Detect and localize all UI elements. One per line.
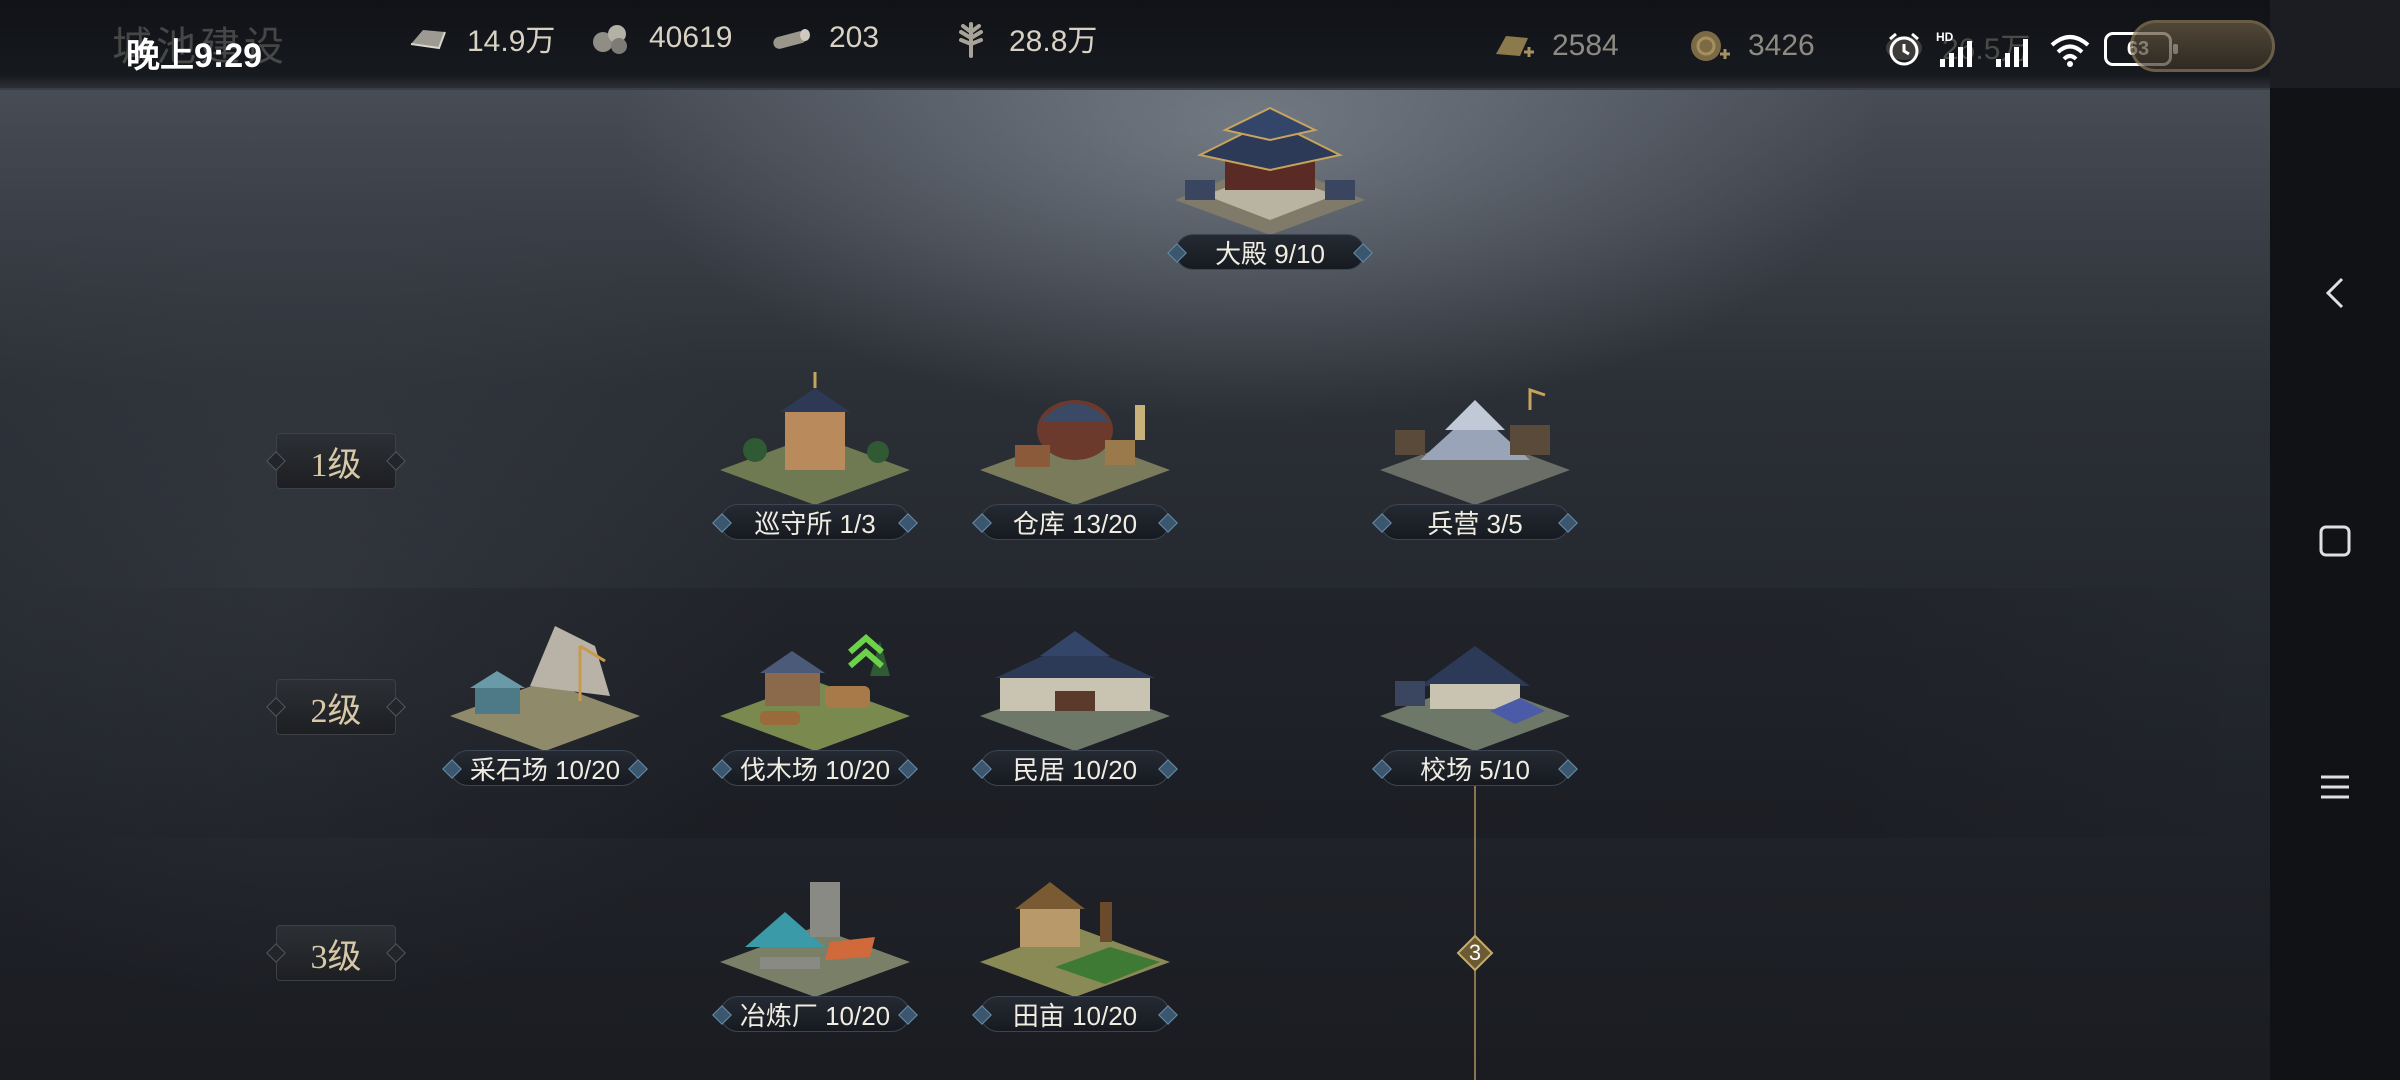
wood-log-icon [773,29,810,49]
grain-icon [959,22,983,58]
smelter-icon [720,882,910,997]
residence-icon [980,631,1170,751]
resource-grain[interactable]: 28.8万 [947,18,1097,58]
watchtower-icon [720,372,910,505]
warehouse-icon [980,400,1170,505]
top-bar: 城池建设 晚上9:29 14.9万 40619 203 28.8万 2584 3… [0,0,2275,90]
hd-signal-icon: HD [1936,30,1972,67]
resource-stone[interactable]: 40619 [587,18,732,58]
currency-gold-value: 2584 [1552,29,1619,62]
resource-grain-value: 28.8万 [1009,25,1098,58]
building-barracks-label: 兵营 3/5 [1380,504,1570,540]
building-palace-label: 大殿 9/10 [1175,234,1365,270]
tech-connector-line [1474,780,1476,1080]
building-training[interactable]: 校场 5/10 [1360,616,1590,786]
building-barracks[interactable]: 兵营 3/5 [1360,370,1590,540]
tier-label-1: 1级 [276,433,396,489]
system-nav-bar [2270,88,2400,1080]
training-ground-icon [1380,646,1570,751]
currency-coin[interactable]: 3426 [1686,26,1815,66]
signal-icon [1996,39,2028,67]
building-farm-label: 田亩 10/20 [980,996,1170,1032]
wifi-icon [2050,35,2090,67]
palace-icon [1175,106,1365,235]
hamburger-icon [2321,775,2349,799]
square-icon [2319,525,2351,557]
resource-iron[interactable]: 14.9万 [405,18,555,58]
barracks-icon [1380,387,1570,505]
nav-back-button[interactable] [2310,268,2360,318]
building-residence[interactable]: 民居 10/20 [960,616,1190,786]
building-residence-label: 民居 10/20 [980,750,1170,786]
status-clock: 晚上9:29 [126,37,263,75]
alarm-icon [1889,32,1919,66]
building-quarry-label: 采石场 10/20 [450,750,640,786]
tree-node-number: 3 [1468,940,1482,965]
iron-ingot-icon [410,30,446,50]
coin-add-icon [1691,31,1730,61]
svg-text:HD: HD [1936,30,1954,44]
stone-icon [593,25,627,54]
upgrade-arrow-icon [848,634,884,669]
top-menu-button[interactable] [2130,20,2275,72]
tier-label-2: 2级 [276,679,396,735]
building-warehouse-label: 仓库 13/20 [980,504,1170,540]
resource-stone-value: 40619 [649,21,733,54]
gold-bar-add-icon [1496,36,1534,57]
building-training-label: 校场 5/10 [1380,750,1570,786]
resource-wood-value: 203 [829,21,880,54]
building-patrol[interactable]: 巡守所 1/3 [700,370,930,540]
nav-menu-button[interactable] [2310,762,2360,812]
building-lumber[interactable]: 伐木场 10/20 [700,616,930,786]
system-status: HD 63 [1884,24,2178,74]
building-smelter[interactable]: 冶炼厂 10/20 [700,862,930,1032]
nav-home-button[interactable] [2310,516,2360,566]
resource-iron-value: 14.9万 [467,25,556,58]
resource-wood[interactable]: 203 [767,18,879,58]
building-lumber-label: 伐木场 10/20 [720,750,910,786]
quarry-icon [450,626,640,751]
currency-gold[interactable]: 2584 [1490,26,1619,66]
building-warehouse[interactable]: 仓库 13/20 [960,370,1190,540]
currency-coin-value: 3426 [1748,29,1815,62]
lumber-mill-icon [720,641,910,751]
tier-label-3: 3级 [276,925,396,981]
farm-icon [980,882,1170,997]
building-farm[interactable]: 田亩 10/20 [960,862,1190,1032]
building-quarry[interactable]: 采石场 10/20 [430,616,660,786]
building-patrol-label: 巡守所 1/3 [720,504,910,540]
building-palace[interactable]: 大殿 9/10 [1155,100,1385,270]
building-smelter-label: 冶炼厂 10/20 [720,996,910,1032]
chevron-left-icon [2325,277,2344,309]
